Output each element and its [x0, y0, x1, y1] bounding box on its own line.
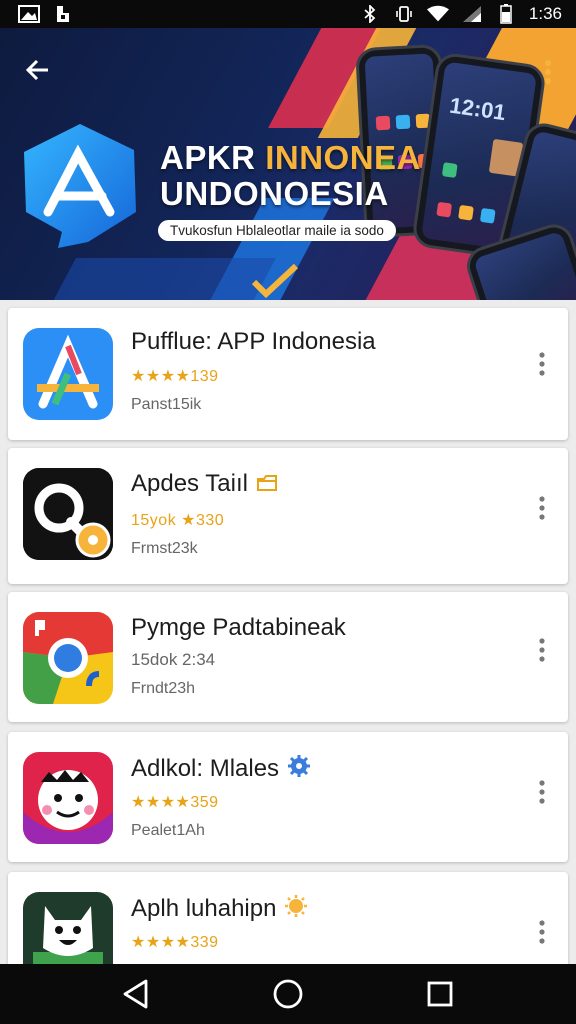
banner-more-options-button[interactable]: [536, 54, 560, 90]
app-more-options-button[interactable]: [530, 914, 554, 950]
more-vertical-icon: [539, 352, 545, 376]
status-bar: 1:36: [0, 0, 576, 28]
face-app-icon: [23, 752, 113, 844]
app-more-options-button[interactable]: [530, 490, 554, 526]
check-decor-icon: [251, 263, 299, 299]
back-button[interactable]: [18, 50, 58, 90]
app-rating: ★★★★139: [131, 368, 219, 385]
app-more-options-button[interactable]: [530, 632, 554, 668]
app-meta: Frmst23k: [131, 540, 198, 557]
folder-badge-icon: [256, 472, 278, 500]
app-card[interactable]: Pymge Padtabineak 15dok 2:34 Frndt23h: [8, 592, 568, 722]
app-icon: [23, 752, 113, 844]
nav-back-button[interactable]: [112, 970, 160, 1018]
square-recents-icon: [427, 981, 453, 1007]
more-vertical-icon: [539, 920, 545, 944]
app-more-options-button[interactable]: [530, 346, 554, 382]
app-more-options-button[interactable]: [530, 774, 554, 810]
notification-icon: [52, 5, 74, 23]
app-rating: ★★★★339: [131, 934, 219, 951]
app-icon: [23, 468, 113, 560]
app-name: Apdes Taiıl: [131, 470, 278, 500]
circle-home-icon: [273, 979, 303, 1009]
wifi-icon: [426, 5, 449, 23]
battery-icon: [495, 4, 517, 24]
arrow-left-icon: [25, 59, 48, 81]
screenshot-icon: [18, 5, 40, 23]
app-store-icon: [23, 328, 113, 420]
gear-badge-icon: [287, 754, 311, 785]
more-vertical-icon: [545, 60, 551, 84]
app-rating: ★★★★359: [131, 794, 219, 811]
app-icon: [23, 328, 113, 420]
decor-stripe: [44, 258, 276, 300]
more-vertical-icon: [539, 496, 545, 520]
app-icon: [23, 892, 113, 964]
app-list: Pufflue: APP Indonesia ★★★★139 Panst15ik…: [0, 300, 576, 964]
app-name: Pufflue: APP Indonesia: [131, 328, 376, 355]
triangle-back-icon: [123, 979, 148, 1009]
app-meta: Panst15ik: [131, 396, 202, 413]
banner-title: APKR INNONEA UNDONOESIA: [160, 139, 421, 212]
app-name: Pymge Padtabineak: [131, 614, 346, 641]
nav-home-button[interactable]: [264, 970, 312, 1018]
signal-icon: [461, 5, 483, 23]
app-meta: Pealet1Ah: [131, 822, 205, 839]
sun-badge-icon: [284, 894, 308, 925]
app-rating: 15yok ★330: [131, 512, 225, 529]
app-name: Adlkol: Mlales: [131, 754, 311, 785]
bluetooth-icon: [359, 5, 381, 23]
banner-tagline: Tvukosfun Hblaleotlar maile ia sodo: [158, 220, 396, 241]
nav-recents-button[interactable]: [416, 970, 464, 1018]
app-card[interactable]: Aplh luhahipn ★★★★339: [8, 872, 568, 964]
app-card[interactable]: Adlkol: Mlales ★★★★359 Pealet1Ah: [8, 732, 568, 862]
status-time: 1:36: [528, 4, 562, 23]
app-card[interactable]: Pufflue: APP Indonesia ★★★★139 Panst15ik: [8, 308, 568, 440]
app-card[interactable]: Apdes Taiıl 15yok ★330 Frmst23k: [8, 448, 568, 584]
more-vertical-icon: [539, 638, 545, 662]
more-vertical-icon: [539, 780, 545, 804]
cat-app-icon: [23, 892, 113, 964]
magnifier-app-icon: [23, 468, 113, 560]
app-icon: [23, 612, 113, 704]
app-rating: 15dok 2:34: [131, 650, 216, 669]
navigation-bar: [0, 964, 576, 1024]
app-name: Aplh luhahipn: [131, 894, 308, 925]
app-store-logo-icon: [24, 124, 136, 248]
vibrate-icon: [393, 5, 415, 23]
app-banner: 12:01 APKR INNONEA UNDONOESIA Tvukosfun …: [0, 28, 576, 300]
browser-app-icon: [23, 612, 113, 704]
app-meta: Frndt23h: [131, 680, 196, 697]
phone-clock: 12:01: [448, 92, 508, 126]
